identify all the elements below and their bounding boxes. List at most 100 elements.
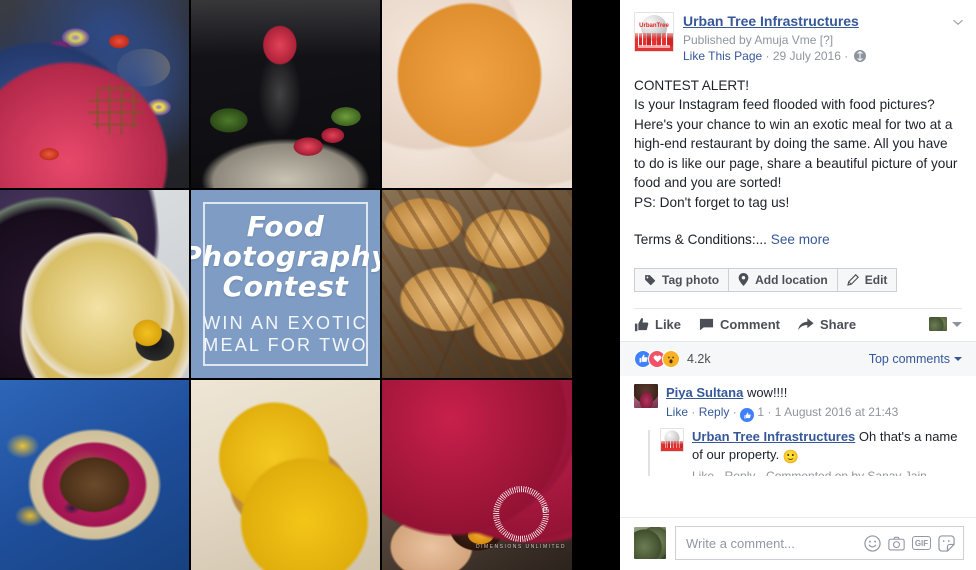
photo-tile-contest-card[interactable]: Food Photography Contest WIN AN EXOTIC M… xyxy=(191,190,380,378)
arrow-share-icon xyxy=(797,318,814,331)
post-actions-row: Like Comment Share xyxy=(620,309,976,341)
post-message: CONTEST ALERT! Is your Instagram feed fl… xyxy=(634,77,958,210)
comment-button[interactable]: Comment xyxy=(699,317,780,332)
piya-avatar[interactable] xyxy=(634,383,658,408)
reactions-bar: 4.2k Top comments xyxy=(620,340,976,376)
chocolate-cupcakes-image xyxy=(382,380,572,570)
avatar-base-bar xyxy=(661,448,683,451)
pencil-icon xyxy=(846,273,859,286)
contest-title-line-1: Food xyxy=(246,210,325,244)
avatar-brand-text: UrbanTree xyxy=(639,22,669,29)
photo-tile-fruit-toast-flatlay[interactable] xyxy=(0,190,189,378)
see-more-link[interactable]: See more xyxy=(771,232,830,247)
egg-toast-image xyxy=(191,380,380,570)
photo-tile-waffles-flowers[interactable] xyxy=(0,0,189,188)
avatar-caption-bar xyxy=(638,45,670,48)
comment-composer: GIF xyxy=(620,517,976,570)
comment-timestamp: 1 August 2016 at 21:43 xyxy=(774,404,899,419)
post-date-link[interactable]: 29 July 2016 xyxy=(773,49,841,63)
edit-label: Edit xyxy=(864,272,888,287)
page-name-link[interactable]: Urban Tree Infrastructures xyxy=(683,13,962,31)
page-avatar-small[interactable] xyxy=(660,428,684,452)
post-sidebar: UrbanTree Urban Tree Infrastructures Pub… xyxy=(620,0,976,570)
comment-body: Piya Sultana wow!!!! Like · Reply · 1 · … xyxy=(666,384,962,422)
comment-input-box[interactable]: GIF xyxy=(675,526,964,560)
tag-photo-button[interactable]: Tag photo xyxy=(634,267,730,292)
comment-like-link[interactable]: Like xyxy=(666,405,688,419)
post-terms-line: Terms & Conditions:... See more xyxy=(620,230,976,250)
edit-button[interactable]: Edit xyxy=(837,267,898,292)
meta-sep-a: · xyxy=(691,404,696,419)
comment-reply-body: Urban Tree Infrastructures Oh that's a n… xyxy=(692,428,962,476)
comment-meta: Like · Reply · 1 · 1 August 2016 at 21:4… xyxy=(666,403,962,422)
comment-reply-line: Urban Tree Infrastructures Oh that's a n… xyxy=(692,428,962,466)
meta-sep-2: · xyxy=(840,48,852,63)
meta-sep-c: · xyxy=(767,404,772,419)
top-comments-label: Top comments xyxy=(868,351,950,366)
wow-reaction-icon xyxy=(662,349,680,368)
sticker-icon[interactable] xyxy=(938,534,955,552)
photo-actions-row: Tag photo Add location Edit xyxy=(620,250,976,292)
tag-photo-label: Tag photo xyxy=(662,272,720,287)
photo-tile-egg-toast[interactable] xyxy=(191,380,380,570)
comment-item: Piya Sultana wow!!!! Like · Reply · 1 · … xyxy=(634,383,962,422)
add-location-button[interactable]: Add location xyxy=(729,267,838,292)
page-avatar[interactable]: UrbanTree xyxy=(634,12,674,52)
location-pin-icon xyxy=(738,273,749,286)
photo-tile-powdered-donut-holes[interactable] xyxy=(382,0,572,188)
photo-collage-grid: Food Photography Contest WIN AN EXOTIC M… xyxy=(0,0,572,570)
comment-like-count: 1 xyxy=(757,404,765,419)
grilled-sandwiches-image xyxy=(382,190,572,378)
comment-author-link[interactable]: Piya Sultana xyxy=(666,385,743,400)
photo-tile-blueberry-crumble[interactable] xyxy=(0,380,189,570)
top-comments-sort[interactable]: Top comments xyxy=(869,352,962,366)
comment-text: wow!!!! xyxy=(746,384,788,400)
donut-holes-image xyxy=(382,0,572,188)
comment-reply-author-link[interactable]: Urban Tree Infrastructures xyxy=(692,429,855,444)
speech-bubble-icon xyxy=(699,318,714,330)
share-label: Share xyxy=(819,316,857,332)
user-avatar[interactable] xyxy=(634,527,666,559)
chevron-down-icon[interactable] xyxy=(952,16,964,28)
photo-tile-watermelon-granita[interactable] xyxy=(191,0,380,188)
published-by-text: Published by Amuja Vme [?] xyxy=(683,32,834,47)
waffle-texture xyxy=(71,67,159,151)
sidebar-scroll-area[interactable]: UrbanTree Urban Tree Infrastructures Pub… xyxy=(620,0,976,570)
emoji-icon[interactable] xyxy=(864,534,881,552)
comment-reply-item: Urban Tree Infrastructures Oh that's a n… xyxy=(648,428,962,476)
audience-thumbnail-icon xyxy=(929,317,947,331)
contest-title-line-2: Photography xyxy=(191,239,380,273)
like-button[interactable]: Like xyxy=(634,317,681,332)
photo-tile-grilled-sandwiches[interactable] xyxy=(382,190,572,378)
share-button[interactable]: Share xyxy=(797,316,857,332)
globe-icon xyxy=(853,49,866,62)
photo-stage: Food Photography Contest WIN AN EXOTIC M… xyxy=(0,0,620,570)
thumbs-up-icon xyxy=(634,317,649,331)
comment-reply-meta-clipped: Like · Reply · Commented on by Sanay Jai… xyxy=(692,469,927,476)
contest-sub-line-2: MEAL FOR TWO xyxy=(203,334,368,355)
post-header: UrbanTree Urban Tree Infrastructures Pub… xyxy=(620,0,976,70)
like-this-page-link[interactable]: Like This Page xyxy=(683,49,762,63)
comment-like-badge-icon xyxy=(740,408,755,422)
camera-icon[interactable] xyxy=(888,535,905,552)
comments-list: Piya Sultana wow!!!! Like · Reply · 1 · … xyxy=(620,376,976,476)
contest-sub-line-1: WIN AN EXOTIC xyxy=(203,313,368,334)
gif-icon[interactable]: GIF xyxy=(912,536,931,550)
smiley-emoji-icon: 🙂 xyxy=(782,449,799,464)
comment-input[interactable] xyxy=(686,535,864,551)
tag-icon xyxy=(645,274,656,285)
fruit-toast-flatlay-image xyxy=(0,190,189,378)
caret-down-icon xyxy=(952,321,962,327)
composer-icons: GIF xyxy=(864,534,955,552)
contest-title-line-3: Contest xyxy=(222,269,349,303)
comment-line: Piya Sultana wow!!!! xyxy=(666,384,962,402)
post-header-meta: Urban Tree Infrastructures Published by … xyxy=(683,12,962,64)
photo-tile-chocolate-cupcakes[interactable]: UrbanTree DIMENSIONS UNLIMITED xyxy=(382,380,572,570)
reaction-icons[interactable] xyxy=(634,349,680,368)
like-label: Like xyxy=(655,316,682,332)
comment-reply-link[interactable]: Reply xyxy=(699,405,730,419)
audience-selector[interactable] xyxy=(929,317,962,331)
reaction-count: 4.2k xyxy=(687,351,711,366)
terms-conditions-text: Terms & Conditions:... xyxy=(634,232,767,247)
caret-down-small-icon xyxy=(954,356,962,361)
